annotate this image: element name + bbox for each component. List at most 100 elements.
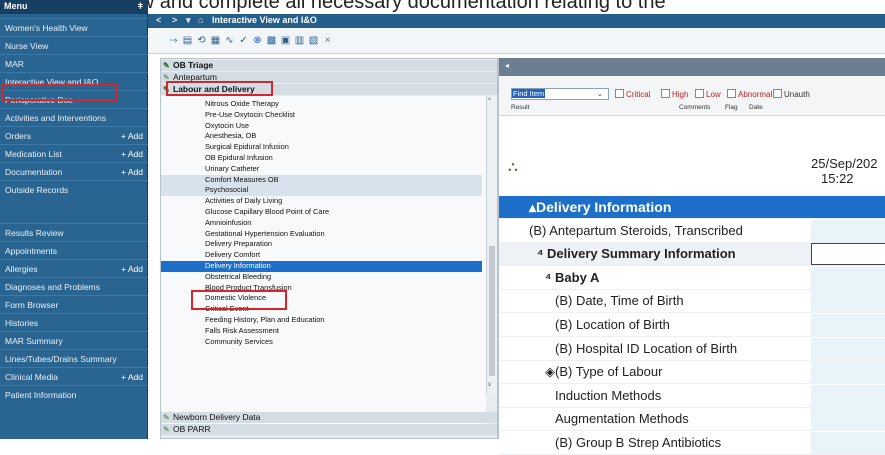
pin-icon[interactable]: ǂ — [138, 1, 143, 13]
note-icon[interactable]: ▩ — [266, 35, 277, 46]
nav-item[interactable]: Activities and Interventions — [0, 108, 148, 126]
section-item[interactable]: Gestational Hypertension Evaluation — [161, 229, 482, 240]
result-cell[interactable] — [811, 314, 885, 336]
band-ob-triage[interactable]: ✎ OB Triage — [161, 60, 497, 71]
nav-item[interactable]: Orders + Add — [0, 126, 148, 144]
low-checkbox[interactable]: Low — [695, 89, 721, 99]
section-item[interactable]: Falls Risk Assessment — [161, 326, 482, 337]
result-cell[interactable] — [811, 196, 885, 218]
result-cell[interactable] — [811, 337, 885, 360]
sign-icon[interactable]: ✓ — [238, 35, 249, 46]
high-checkbox[interactable]: High — [661, 89, 688, 99]
section-item[interactable]: Pre-Use Oxytocin Checklist — [161, 110, 482, 121]
section-item[interactable]: Amnioinfusion — [161, 218, 482, 229]
section-item[interactable]: Urinary Catheter — [161, 164, 482, 175]
result-cell[interactable] — [811, 432, 885, 454]
section-item[interactable]: Community Services — [161, 337, 482, 348]
section-item[interactable]: Anesthesia, OB — [161, 131, 482, 142]
unauth-checkbox[interactable]: Unauth — [773, 89, 810, 99]
nav-item[interactable]: Diagnoses and Problems — [0, 277, 148, 295]
nav-item[interactable]: Lines/Tubes/Drains Summary — [0, 349, 148, 367]
section-item[interactable]: Psychosocial — [161, 185, 482, 197]
result-cell[interactable] — [811, 408, 885, 431]
flowsheet-row[interactable]: Induction Methods — [499, 384, 885, 408]
abnormal-checkbox[interactable]: Abnormal — [727, 89, 772, 99]
section-item[interactable]: Nitrous Oxide Therapy — [161, 99, 482, 110]
flowsheet-row[interactable]: ▴Delivery Information — [499, 196, 885, 219]
result-cell[interactable] — [811, 384, 885, 407]
nav-item[interactable]: Results Review — [0, 223, 148, 241]
add-button[interactable]: + Add — [121, 149, 143, 159]
collapse-icon[interactable]: ◂ — [505, 61, 509, 70]
add-button[interactable]: + Add — [121, 167, 143, 177]
nav-item[interactable]: Allergies + Add — [0, 259, 148, 277]
chevron-down-icon[interactable]: ▾ — [186, 15, 191, 26]
flowsheet-row[interactable]: (B) Location of Birth — [499, 314, 885, 337]
flowsheet-row[interactable]: (B) Group B Strep Antibiotics — [499, 432, 885, 455]
nav-item[interactable]: Appointments — [0, 241, 148, 259]
flowsheet-row[interactable]: ⁴ Delivery Summary Information — [499, 243, 885, 267]
sheet-icon[interactable]: ▤ — [182, 35, 193, 46]
documentation-icon[interactable]: ⛬ — [508, 158, 518, 175]
home-icon[interactable]: ⌂ — [198, 15, 203, 25]
section-item[interactable]: OB Epidural Infusion — [161, 153, 482, 164]
nav-item[interactable]: Women's Health View — [0, 18, 148, 36]
section-item[interactable]: Surgical Epidural Infusion — [161, 142, 482, 153]
find-item-dropdown[interactable]: Find Item ⌄ — [511, 88, 609, 100]
section-scrollbar[interactable]: ^ v — [486, 96, 497, 394]
flowsheet-row[interactable]: ◈(B) Type of Labour — [499, 361, 885, 385]
section-item[interactable]: Comfort Measures OB — [161, 174, 482, 186]
section-item[interactable]: Delivery Information — [161, 261, 482, 272]
section-item[interactable]: Obstetrical Bleeding — [161, 272, 482, 283]
chart-line-icon[interactable]: ∿ — [224, 35, 235, 46]
flowsheet-row[interactable]: (B) Hospital ID Location of Birth — [499, 337, 885, 361]
table-icon[interactable]: ▥ — [294, 35, 305, 46]
forward-icon[interactable]: > — [172, 15, 177, 25]
band-ob-parr[interactable]: ✎ OB PARR — [161, 424, 497, 435]
result-cell[interactable] — [811, 266, 885, 289]
critical-checkbox[interactable]: Critical — [615, 89, 650, 99]
scroll-thumb[interactable] — [489, 246, 495, 376]
nav-item[interactable]: Histories — [0, 313, 148, 331]
nav-item[interactable]: Clinical Media + Add — [0, 367, 148, 385]
calculator-icon[interactable]: ▧ — [308, 35, 319, 46]
datetime-column-header[interactable]: 25/Sep/202 15:22 — [811, 156, 885, 200]
refresh-icon[interactable]: ⟲ — [196, 35, 207, 46]
add-button[interactable]: + Add — [121, 372, 143, 382]
section-item[interactable]: Activities of Daily Living — [161, 196, 482, 207]
nav-item[interactable]: Patient Information — [0, 385, 148, 403]
nav-item-label: Histories — [5, 318, 39, 328]
nav-item[interactable]: MAR Summary — [0, 331, 148, 349]
result-cell[interactable] — [811, 219, 885, 242]
flowsheet-row[interactable]: Augmentation Methods — [499, 408, 885, 432]
add-button[interactable]: + Add — [121, 264, 143, 274]
flowsheet-row[interactable]: ⁴ Baby A — [499, 266, 885, 290]
scroll-down-icon[interactable]: v — [488, 382, 491, 388]
result-cell[interactable] — [811, 361, 885, 384]
nav-item[interactable]: Medication List + Add — [0, 144, 148, 162]
nav-item[interactable]: MAR — [0, 54, 148, 72]
col-result: Result — [511, 104, 530, 111]
section-item[interactable]: Glucose Capillary Blood Point of Care — [161, 207, 482, 218]
flowsheet-row[interactable]: (B) Date, Time of Birth — [499, 290, 885, 314]
nav-item[interactable]: Outside Records — [0, 180, 148, 198]
result-cell[interactable] — [811, 243, 885, 266]
scroll-up-icon[interactable]: ^ — [488, 98, 491, 104]
chart-icon[interactable]: ⤑ — [168, 35, 179, 46]
section-item[interactable]: Oxytocin Use — [161, 121, 482, 132]
nav-item[interactable]: Form Browser — [0, 295, 148, 313]
nav-item[interactable]: Nurse View — [0, 36, 148, 54]
result-cell[interactable] — [811, 290, 885, 313]
section-item[interactable]: Feeding History, Plan and Education — [161, 315, 482, 326]
add-button[interactable]: + Add — [121, 131, 143, 141]
back-icon[interactable]: < — [156, 15, 161, 25]
section-item[interactable]: Delivery Comfort — [161, 250, 482, 261]
band-newborn-delivery-data[interactable]: ✎ Newborn Delivery Data — [161, 412, 497, 423]
section-item[interactable]: Delivery Preparation — [161, 239, 482, 250]
close-icon[interactable]: × — [322, 35, 333, 46]
nav-item[interactable]: Documentation + Add — [0, 162, 148, 180]
graph-icon[interactable]: ▣ — [280, 35, 291, 46]
flowsheet-row[interactable]: (B) Antepartum Steroids, Transcribed — [499, 219, 885, 243]
not-done-icon[interactable]: ⊗ — [252, 35, 263, 46]
grid-icon[interactable]: ▦ — [210, 35, 221, 46]
